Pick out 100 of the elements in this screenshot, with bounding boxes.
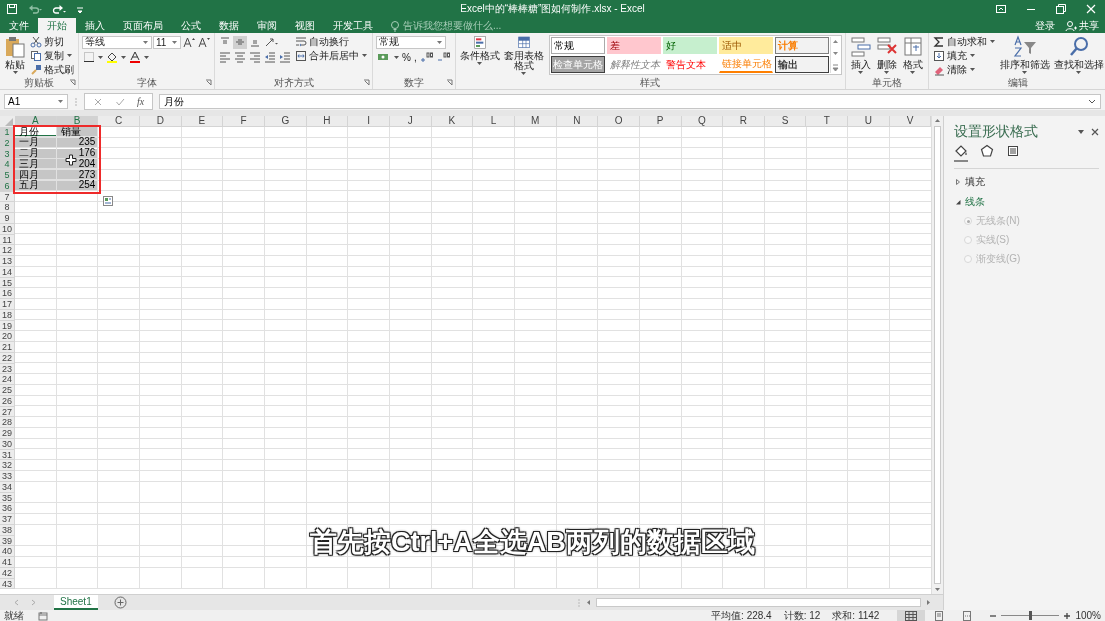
column-header[interactable]: O	[598, 116, 640, 127]
row-header[interactable]: 25	[0, 385, 15, 396]
ribbon-button[interactable]: 合并后居中	[294, 49, 369, 62]
save-icon[interactable]	[6, 2, 18, 15]
row-header[interactable]: 26	[0, 395, 15, 407]
select-all-icon[interactable]	[0, 116, 15, 127]
ribbon-button[interactable]: 格式刷	[29, 63, 75, 76]
ribbon-button[interactable]: 自动换行	[294, 35, 369, 48]
font-name-field[interactable]: 等线	[82, 35, 152, 49]
restore-icon[interactable]	[1055, 2, 1067, 15]
ribbon-button[interactable]: 格式	[900, 35, 925, 75]
tool-button[interactable]	[182, 35, 196, 49]
number-format-field[interactable]: 常规	[376, 35, 446, 49]
tell-me-field[interactable]: 告诉我您想要做什么...	[390, 18, 502, 33]
row-header[interactable]: 38	[0, 524, 15, 536]
row-header[interactable]: 5	[0, 170, 15, 181]
column-header[interactable]: R	[723, 116, 765, 127]
ribbon-button[interactable]: 条件格式	[458, 35, 501, 66]
column-header[interactable]: H	[306, 116, 349, 127]
row-header[interactable]: 43	[0, 578, 15, 590]
table-cell[interactable]: 273	[56, 170, 99, 180]
name-box[interactable]: A1	[4, 94, 68, 109]
table-cell[interactable]: 月份	[15, 127, 57, 137]
tool-button[interactable]	[197, 35, 211, 49]
column-header[interactable]: D	[139, 116, 182, 127]
section-header[interactable]: 线条	[954, 195, 985, 209]
row-header[interactable]: 30	[0, 438, 15, 450]
zoom-level[interactable]: 100%	[1075, 610, 1101, 621]
row-header[interactable]: 9	[0, 213, 15, 224]
sheet-tab[interactable]: Sheet1	[54, 595, 98, 610]
column-header[interactable]: Q	[681, 116, 724, 127]
ribbon-button[interactable]: 复制	[29, 49, 75, 62]
ribbon-tab[interactable]: 数据	[210, 18, 248, 33]
scrollbar-thumb[interactable]	[596, 598, 921, 607]
column-header[interactable]: T	[806, 116, 849, 127]
cell-style[interactable]: 警告文本	[662, 56, 717, 73]
column-header[interactable]: N	[556, 116, 599, 127]
column-header[interactable]: C	[98, 116, 140, 127]
column-header[interactable]: G	[264, 116, 307, 127]
cell-style[interactable]: 解释性文本	[606, 56, 661, 73]
tool-button[interactable]	[418, 50, 435, 64]
macro-record-icon[interactable]	[38, 610, 48, 621]
dialog-launcher-icon[interactable]	[69, 79, 76, 86]
enter-icon[interactable]	[115, 96, 125, 107]
insert-function-button[interactable]: fx	[137, 96, 145, 107]
table-cell[interactable]: 一月	[15, 137, 57, 148]
row-header[interactable]: 21	[0, 342, 15, 353]
row-header[interactable]: 41	[0, 557, 15, 568]
table-cell[interactable]: 五月	[15, 180, 57, 191]
column-header[interactable]: K	[431, 116, 474, 127]
row-header[interactable]: 7	[0, 191, 15, 203]
ribbon-display-icon[interactable]	[995, 2, 1007, 15]
pane-options-icon[interactable]	[1077, 128, 1085, 136]
dialog-launcher-icon[interactable]	[205, 79, 212, 86]
row-header[interactable]: 6	[0, 180, 15, 192]
scroll-up-icon[interactable]	[830, 38, 840, 44]
column-header[interactable]: I	[348, 116, 390, 127]
scroll-up-icon[interactable]	[933, 116, 942, 125]
column-header[interactable]: F	[223, 116, 265, 127]
table-cell[interactable]: 三月	[15, 159, 57, 170]
ribbon-button[interactable]: 填充	[931, 49, 997, 62]
ribbon-button[interactable]: 查找和选择	[1052, 35, 1105, 75]
scrollbar-thumb[interactable]	[934, 126, 941, 584]
column-header[interactable]: L	[473, 116, 515, 127]
ribbon-button[interactable]: 粘贴	[3, 35, 27, 75]
row-header[interactable]: 34	[0, 481, 15, 493]
cell-style[interactable]: 适中	[718, 37, 773, 54]
row-header[interactable]: 1	[0, 127, 15, 138]
ribbon-button[interactable]: 插入	[848, 35, 873, 75]
column-header[interactable]: J	[389, 116, 432, 127]
column-header[interactable]: M	[514, 116, 557, 127]
cancel-icon[interactable]	[93, 96, 103, 107]
table-cell[interactable]: 235	[56, 137, 99, 148]
row-header[interactable]: 42	[0, 567, 15, 579]
scroll-left-icon[interactable]	[584, 598, 593, 607]
close-icon[interactable]	[1091, 128, 1099, 136]
pane-tab[interactable]	[954, 144, 968, 162]
tool-button[interactable]	[105, 50, 119, 64]
section-header[interactable]: 填充	[954, 175, 985, 189]
ribbon-button[interactable]: 排序和筛选	[998, 35, 1051, 75]
table-cell[interactable]: 二月	[15, 148, 57, 159]
ribbon-tab[interactable]: 审阅	[248, 18, 286, 33]
tool-button[interactable]	[263, 35, 279, 49]
column-header[interactable]: B	[56, 116, 99, 127]
quick-analysis-icon[interactable]	[103, 196, 113, 206]
table-cell[interactable]: 254	[56, 180, 99, 191]
table-cell[interactable]: 四月	[15, 170, 57, 180]
ribbon-tab[interactable]: 文件	[0, 18, 38, 33]
scroll-down-icon[interactable]	[830, 51, 840, 57]
view-button[interactable]	[897, 610, 926, 621]
row-header[interactable]: 14	[0, 266, 15, 278]
undo-icon[interactable]	[28, 2, 42, 15]
row-header[interactable]: 17	[0, 299, 15, 310]
column-header[interactable]: U	[848, 116, 890, 127]
zoom-in-icon[interactable]	[1063, 611, 1072, 620]
column-header[interactable]: E	[181, 116, 224, 127]
ribbon-tab[interactable]: 插入	[76, 18, 114, 33]
ribbon-tab[interactable]: 公式	[172, 18, 210, 33]
ribbon-tab[interactable]: 视图	[286, 18, 324, 33]
ribbon-tab[interactable]: 页面布局	[114, 18, 172, 33]
